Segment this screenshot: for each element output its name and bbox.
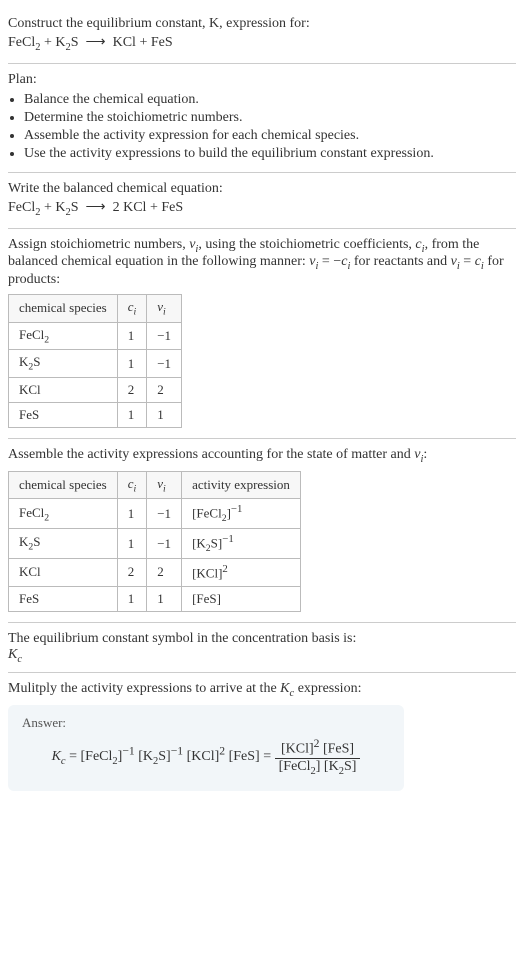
cell-ci: 1	[117, 402, 147, 427]
symbol-section: The equilibrium constant symbol in the c…	[8, 623, 516, 674]
plan-list: Balance the chemical equation. Determine…	[8, 92, 516, 162]
cell-ci: 1	[117, 350, 147, 378]
stoich-table: chemical species ci νi FeCl2 1 −1 K2S 1 …	[8, 294, 182, 428]
cell-activity: [FeS]	[182, 586, 301, 611]
fraction-denominator: [FeCl2] [K2S]	[275, 759, 361, 777]
activity-table: chemical species ci νi activity expressi…	[8, 471, 301, 612]
table-row: FeCl2 1 −1	[9, 322, 182, 350]
table-row: FeCl2 1 −1 [FeCl2]−1	[9, 499, 301, 529]
cell-nui: −1	[147, 350, 182, 378]
stoich-intro: Assign stoichiometric numbers, νi, using…	[8, 237, 516, 289]
cell-species: KCl	[9, 377, 118, 402]
cell-activity: [FeCl2]−1	[182, 499, 301, 529]
table-header-row: chemical species ci νi activity expressi…	[9, 471, 301, 499]
table-row: FeS 1 1 [FeS]	[9, 586, 301, 611]
symbol-line1: The equilibrium constant symbol in the c…	[8, 631, 516, 647]
table-row: FeS 1 1	[9, 402, 182, 427]
cell-nui: −1	[147, 322, 182, 350]
plan-section: Plan: Balance the chemical equation. Det…	[8, 64, 516, 173]
cell-species: FeS	[9, 402, 118, 427]
table-header: ci	[117, 471, 147, 499]
prompt-section: Construct the equilibrium constant, K, e…	[8, 6, 516, 64]
plan-item: Determine the stoichiometric numbers.	[24, 110, 516, 126]
cell-nui: 1	[147, 402, 182, 427]
multiply-section: Mulitply the activity expressions to arr…	[8, 673, 516, 798]
cell-ci: 1	[117, 586, 147, 611]
stoich-section: Assign stoichiometric numbers, νi, using…	[8, 229, 516, 439]
plan-item: Balance the chemical equation.	[24, 92, 516, 108]
plan-item: Assemble the activity expression for eac…	[24, 128, 516, 144]
table-row: KCl 2 2 [KCl]2	[9, 559, 301, 586]
table-header: chemical species	[9, 295, 118, 323]
table-row: KCl 2 2	[9, 377, 182, 402]
cell-nui: 2	[147, 377, 182, 402]
table-header: ci	[117, 295, 147, 323]
answer-expression: Kc = [FeCl2]−1 [K2S]−1 [KCl]2 [FeS] = [K…	[22, 737, 390, 776]
answer-fraction: [KCl]2 [FeS][FeCl2] [K2S]	[275, 737, 361, 776]
answer-label: Answer:	[22, 715, 390, 731]
table-header: activity expression	[182, 471, 301, 499]
plan-heading: Plan:	[8, 72, 516, 88]
cell-nui: −1	[147, 499, 182, 529]
cell-species: FeCl2	[9, 499, 118, 529]
cell-ci: 2	[117, 377, 147, 402]
cell-species: K2S	[9, 529, 118, 559]
symbol-line2: Kc	[8, 647, 516, 665]
table-row: K2S 1 −1	[9, 350, 182, 378]
prompt-line: Construct the equilibrium constant, K, e…	[8, 16, 516, 32]
cell-species: KCl	[9, 559, 118, 586]
activity-intro: Assemble the activity expressions accoun…	[8, 447, 516, 465]
table-row: K2S 1 −1 [K2S]−1	[9, 529, 301, 559]
cell-activity: [K2S]−1	[182, 529, 301, 559]
cell-ci: 2	[117, 559, 147, 586]
balanced-equation: FeCl2 + K2S ⟶ 2 KCl + FeS	[8, 199, 516, 218]
cell-species: FeS	[9, 586, 118, 611]
cell-nui: −1	[147, 529, 182, 559]
balanced-heading: Write the balanced chemical equation:	[8, 181, 516, 197]
answer-box: Answer: Kc = [FeCl2]−1 [K2S]−1 [KCl]2 [F…	[8, 705, 404, 790]
table-header: chemical species	[9, 471, 118, 499]
cell-species: K2S	[9, 350, 118, 378]
table-header: νi	[147, 471, 182, 499]
cell-ci: 1	[117, 322, 147, 350]
activity-section: Assemble the activity expressions accoun…	[8, 439, 516, 623]
answer-lhs: Kc = [FeCl2]−1 [K2S]−1 [KCl]2 [FeS] =	[52, 749, 275, 764]
balanced-section: Write the balanced chemical equation: Fe…	[8, 173, 516, 229]
table-header: νi	[147, 295, 182, 323]
cell-activity: [KCl]2	[182, 559, 301, 586]
cell-ci: 1	[117, 529, 147, 559]
cell-nui: 1	[147, 586, 182, 611]
multiply-line: Mulitply the activity expressions to arr…	[8, 681, 516, 699]
cell-nui: 2	[147, 559, 182, 586]
table-header-row: chemical species ci νi	[9, 295, 182, 323]
cell-ci: 1	[117, 499, 147, 529]
cell-species: FeCl2	[9, 322, 118, 350]
fraction-numerator: [KCl]2 [FeS]	[275, 737, 361, 759]
plan-item: Use the activity expressions to build th…	[24, 146, 516, 162]
unbalanced-equation: FeCl2 + K2S ⟶ KCl + FeS	[8, 34, 516, 53]
